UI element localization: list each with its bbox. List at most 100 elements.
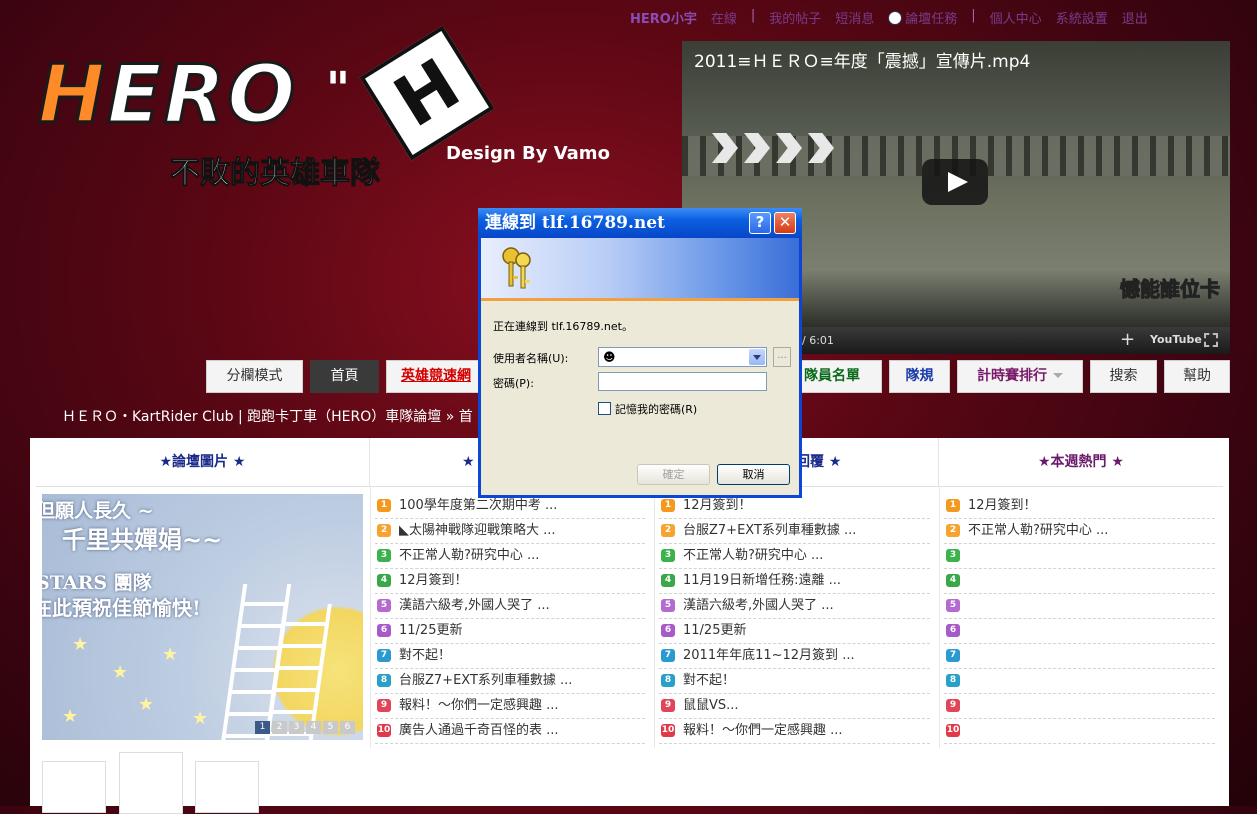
menu-home[interactable]: 首頁 <box>310 360 379 393</box>
menu-time-ranking[interactable]: 計時賽排行 <box>957 360 1083 393</box>
chevron-down-icon[interactable] <box>749 349 765 365</box>
star-icon: ★ <box>112 662 129 683</box>
rank-badge: 6 <box>377 624 391 637</box>
list-item[interactable]: 7 2011年年底11~12月簽到 ... <box>659 644 930 669</box>
user-icon: ☻ <box>603 350 616 364</box>
list-item-title: 不正常人勒?研究中心 ... <box>683 548 824 563</box>
chevron-down-icon <box>1053 373 1063 378</box>
rank-badge: 1 <box>946 499 960 512</box>
menu-help[interactable]: 幫助 <box>1164 360 1230 393</box>
list-item[interactable]: 8 台服Z7+EXT系列車種數據 ... <box>375 669 645 694</box>
play-icon[interactable] <box>922 159 988 205</box>
latest-posts-list: 1 100學年度第二次期中考 ... 2 ◣太陽神戰隊迎戰策略大 ... 3 不正常人勒?… <box>375 494 645 744</box>
user-center-link[interactable]: 個人中心 <box>990 8 1042 27</box>
slide-page-5[interactable]: 5 <box>323 721 338 734</box>
list-item[interactable]: 3 不正常人勒?研究中心 ... <box>659 544 930 569</box>
dialog-message: 正在連線到 tlf.16789.net。 <box>493 320 633 333</box>
list-item: 3 <box>944 544 1215 569</box>
forum-tasks-label: 論壇任務 <box>905 12 958 27</box>
list-item-title: 12月簽到！ <box>399 573 468 588</box>
list-item[interactable]: 10 報料！～你們一定感興趣 ... <box>659 719 930 744</box>
settings-link[interactable]: 系統設置 <box>1056 8 1108 27</box>
list-item[interactable]: 9 報料！～你們一定感興趣 ... <box>375 694 645 719</box>
fullscreen-icon[interactable] <box>1204 333 1218 347</box>
list-item[interactable]: 1 12月簽到！ <box>944 494 1215 519</box>
breadcrumb[interactable]: ＨＥＲＯ・KartRider Club | 跑跑卡丁車（HERO）車隊論壇 » … <box>62 406 473 426</box>
list-item-title: 台服Z7+EXT系列車種數據 ... <box>399 673 573 688</box>
slide-text: STARS 團隊 <box>42 572 152 594</box>
list-item[interactable]: 5 漢語六級考,外國人哭了 ... <box>375 594 645 619</box>
cancel-button[interactable]: 取消 <box>717 464 790 485</box>
browse-button[interactable]: ... <box>773 347 791 367</box>
slide-text: 千里共嬋娟~~ <box>62 526 223 554</box>
online-link[interactable]: 在線 <box>711 8 737 27</box>
username-link[interactable]: HERO小宇 <box>630 8 697 27</box>
list-item-title: 不正常人勒?研究中心 ... <box>399 548 540 563</box>
list-item[interactable]: 6 11/25更新 <box>375 619 645 644</box>
slide-page-2[interactable]: 2 <box>272 721 287 734</box>
list-item[interactable]: 3 不正常人勒?研究中心 ... <box>375 544 645 569</box>
list-item[interactable]: 9 鼠鼠VS... <box>659 694 930 719</box>
list-item[interactable]: 4 12月簽到！ <box>375 569 645 594</box>
rank-badge: 4 <box>377 574 391 587</box>
list-item: 8 <box>944 669 1215 694</box>
video-title[interactable]: 2011≡ＨＥＲＯ≡年度「震撼」宣傳片.mp4 <box>694 47 1030 72</box>
plus-icon[interactable]: + <box>1120 329 1135 350</box>
dialog-title: 連線到 tlf.16789.net <box>485 213 665 233</box>
help-button[interactable]: ? <box>749 212 771 234</box>
password-field[interactable] <box>598 372 767 391</box>
dialog-titlebar[interactable]: 連線到 tlf.16789.net ? ✕ <box>478 208 802 238</box>
menu-time-ranking-label: 計時賽排行 <box>977 368 1047 384</box>
list-item-title: 12月簽到！ <box>968 498 1037 513</box>
remember-password-checkbox[interactable]: 記憶我的密碼(R) <box>598 401 697 417</box>
rank-badge: 10 <box>661 724 675 737</box>
list-item-title: 報料！～你們一定感興趣 ... <box>683 723 843 738</box>
divider <box>939 486 940 748</box>
list-item: 10 <box>944 719 1215 744</box>
separator: | <box>750 8 756 23</box>
my-posts-link[interactable]: 我的帖子 <box>769 8 821 27</box>
ok-button[interactable]: 確定 <box>637 464 710 485</box>
thumbnail[interactable] <box>119 752 183 814</box>
menu-column-mode[interactable]: 分欄模式 <box>206 360 303 393</box>
image-slideshow[interactable]: 但願人長久 ~ 千里共嬋娟~~ STARS 團隊 在此預祝佳節愉快! ★ ★ ★… <box>42 494 363 740</box>
rank-badge: 5 <box>946 599 960 612</box>
list-item[interactable]: 10 廣告人通過千奇百怪的表 ... <box>375 719 645 744</box>
menu-search[interactable]: 搜索 <box>1090 360 1157 393</box>
youtube-logo[interactable]: YouTube <box>1150 333 1202 346</box>
slide-page-6[interactable]: 6 <box>340 721 355 734</box>
thumbnail[interactable] <box>195 761 259 813</box>
list-item[interactable]: 8 對不起！ <box>659 669 930 694</box>
video-time: / 6:01 <box>802 334 834 347</box>
rank-badge: 9 <box>377 699 391 712</box>
rank-badge: 9 <box>661 699 675 712</box>
menu-team-rules[interactable]: 隊規 <box>889 360 950 393</box>
close-button[interactable]: ✕ <box>774 212 796 234</box>
list-item[interactable]: 5 漢語六級考,外國人哭了 ... <box>659 594 930 619</box>
list-item[interactable]: 2 台服Z7+EXT系列車種數據 ... <box>659 519 930 544</box>
list-item[interactable]: 4 11月19日新增任務:遠離 ... <box>659 569 930 594</box>
logo-letters-ero: ERO <box>105 48 298 141</box>
list-item: 4 <box>944 569 1215 594</box>
menu-hero-race[interactable]: 英雄競速網 <box>386 360 486 393</box>
forum-tasks-link[interactable]: 論壇任務 <box>888 8 958 27</box>
weekly-hot-list: 1 12月簽到！ 2 不正常人勒?研究中心 ... 3 4 5 6 7 8 9 10 <box>944 494 1215 744</box>
list-item[interactable]: 7 對不起！ <box>375 644 645 669</box>
list-item[interactable]: 2 不正常人勒?研究中心 ... <box>944 519 1215 544</box>
logout-link[interactable]: 退出 <box>1122 8 1148 27</box>
slide-page-4[interactable]: 4 <box>306 721 321 734</box>
list-item[interactable]: 6 11/25更新 <box>659 619 930 644</box>
username-field[interactable]: ☻ <box>598 347 767 367</box>
rank-badge: 5 <box>661 599 675 612</box>
messages-link[interactable]: 短消息 <box>835 8 874 27</box>
list-item: 5 <box>944 594 1215 619</box>
star-icon: ★ <box>192 708 209 729</box>
slide-page-3[interactable]: 3 <box>289 721 304 734</box>
rank-badge: 3 <box>377 549 391 562</box>
rank-badge: 7 <box>661 649 675 662</box>
slide-page-1[interactable]: 1 <box>255 721 270 734</box>
list-item[interactable]: 2 ◣太陽神戰隊迎戰策略大 ... <box>375 519 645 544</box>
site-logo[interactable]: HERO <box>37 53 297 136</box>
rank-badge: 5 <box>377 599 391 612</box>
thumbnail[interactable] <box>42 761 106 813</box>
